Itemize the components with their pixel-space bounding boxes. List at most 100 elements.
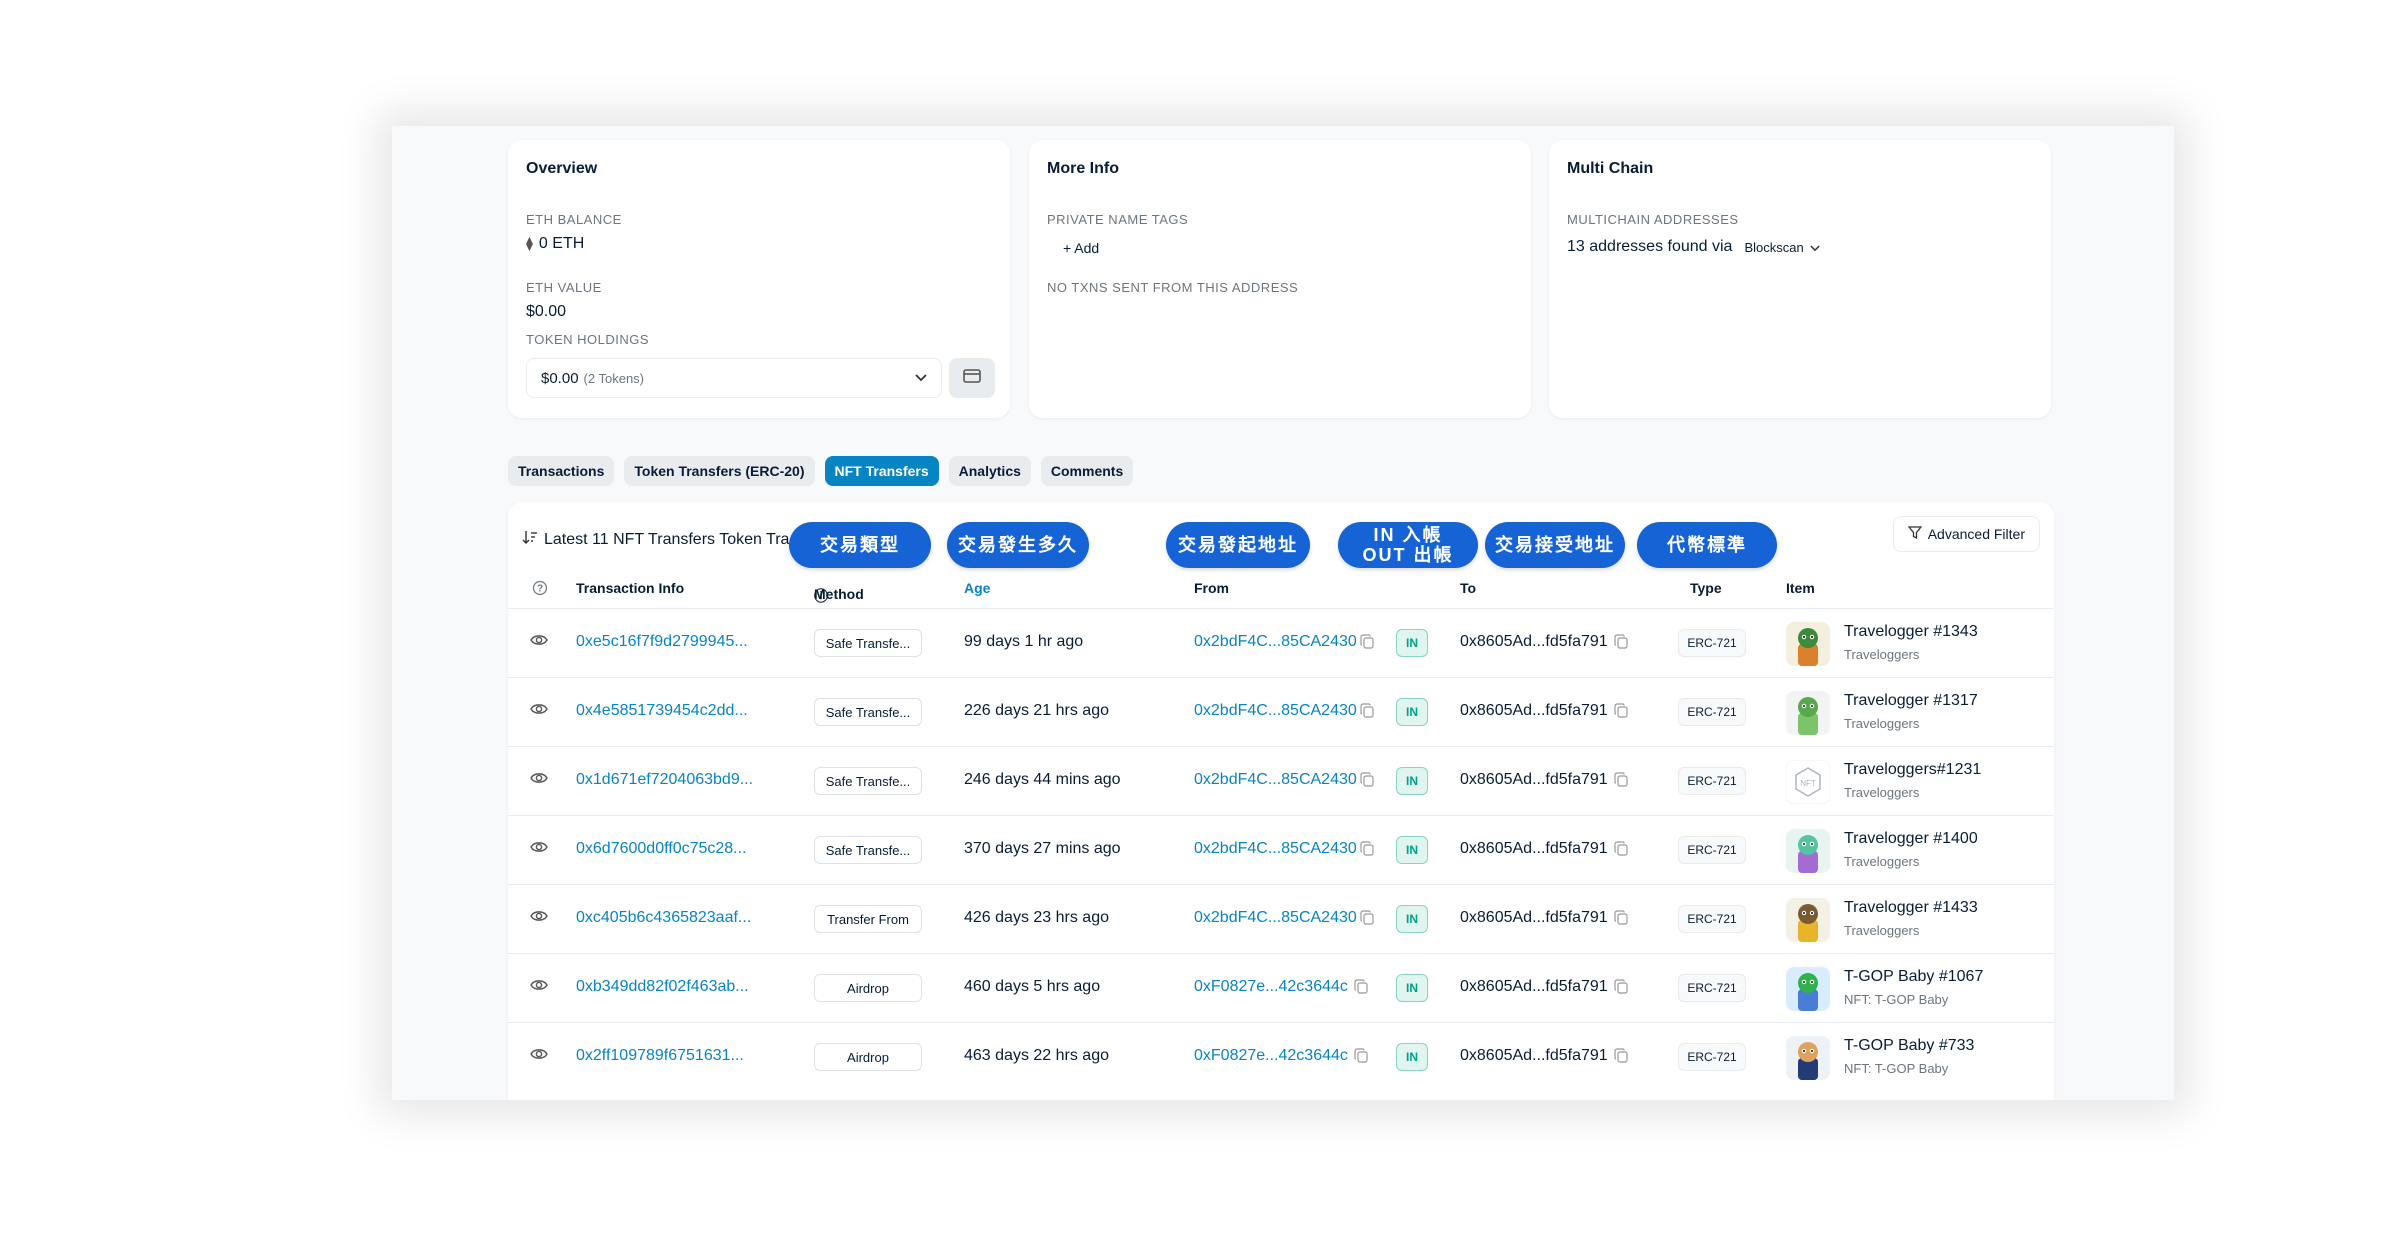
- tx-age: 370 days 27 mins ago: [964, 840, 1121, 857]
- eye-icon[interactable]: [530, 702, 548, 721]
- nft-thumbnail[interactable]: [1786, 829, 1830, 873]
- nft-item-name[interactable]: T-GOP Baby #1067: [1844, 968, 1983, 986]
- from-address-link[interactable]: 0x2bdF4C...85CA2430: [1194, 702, 1357, 720]
- nft-collection-name: NFT: T-GOP Baby: [1844, 992, 1949, 1007]
- eye-icon[interactable]: [530, 633, 548, 652]
- blockscan-dropdown[interactable]: Blockscan: [1744, 240, 1820, 255]
- nft-thumbnail[interactable]: [1786, 1036, 1830, 1080]
- eye-icon[interactable]: [530, 1047, 548, 1066]
- nft-item-name[interactable]: T-GOP Baby #733: [1844, 1037, 1974, 1055]
- tx-hash-link[interactable]: 0xe5c16f7f9d2799945...: [576, 633, 748, 651]
- multichain-addresses-label: MULTICHAIN ADDRESSES: [1567, 212, 1739, 227]
- tx-age: 246 days 44 mins ago: [964, 771, 1121, 788]
- browser-page: Overview ETH BALANCE ⧫ 0 ETH ETH VALUE $0…: [392, 126, 2174, 1100]
- to-address: 0x8605Ad...fd5fa791: [1460, 909, 1608, 926]
- copy-icon[interactable]: [1354, 979, 1368, 999]
- tx-hash-link[interactable]: 0x6d7600d0ff0c75c28...: [576, 840, 747, 858]
- from-address-link[interactable]: 0x2bdF4C...85CA2430: [1194, 840, 1357, 858]
- tab-nft-transfers[interactable]: NFT Transfers: [824, 456, 939, 486]
- table-row: 0xc405b6c4365823aaf... Transfer From 426 d…: [508, 884, 2054, 953]
- advanced-filter-label: Advanced Filter: [1927, 526, 2025, 542]
- method-badge: Safe Transfe...: [814, 767, 922, 795]
- tab-token-transfers[interactable]: Token Transfers (ERC-20): [624, 456, 815, 486]
- nft-item-name[interactable]: Traveloggers#1231: [1844, 761, 1981, 779]
- token-type-badge: ERC-721: [1678, 698, 1746, 726]
- tx-hash-link[interactable]: 0xc405b6c4365823aaf...: [576, 909, 751, 927]
- token-type-badge: ERC-721: [1678, 767, 1746, 795]
- from-address-link[interactable]: 0x2bdF4C...85CA2430: [1194, 771, 1357, 789]
- token-type-badge: ERC-721: [1678, 974, 1746, 1002]
- info-icon: ?: [532, 580, 548, 599]
- copy-icon[interactable]: [1614, 1048, 1628, 1068]
- to-address: 0x8605Ad...fd5fa791: [1460, 633, 1608, 650]
- table-row: 0xb349dd82f02f463ab... Airdrop 460 days 5 …: [508, 953, 2054, 1022]
- chevron-down-icon: [915, 371, 927, 385]
- eth-balance: ⧫ 0 ETH: [526, 235, 584, 253]
- annotation-in-out-line: OUT 出帳: [1362, 545, 1454, 565]
- copy-icon[interactable]: [1614, 703, 1628, 723]
- token-holdings-count: (2 Tokens): [583, 370, 645, 386]
- nft-thumbnail[interactable]: [1786, 967, 1830, 1011]
- wallet-button[interactable]: [949, 358, 995, 398]
- eye-icon[interactable]: [530, 909, 548, 928]
- multi-chain-title: Multi Chain: [1567, 160, 1654, 177]
- direction-badge: IN: [1396, 698, 1428, 726]
- nft-item-name[interactable]: Travelogger #1433: [1844, 899, 1978, 917]
- copy-icon[interactable]: [1614, 634, 1628, 654]
- nft-thumbnail[interactable]: [1786, 622, 1830, 666]
- help-icon: ⓘ: [814, 588, 828, 604]
- eye-icon[interactable]: [530, 771, 548, 790]
- nft-collection-name: Traveloggers: [1844, 647, 1920, 662]
- copy-icon[interactable]: [1360, 772, 1374, 792]
- from-address-link[interactable]: 0xF0827e...42c3644c: [1194, 1047, 1348, 1065]
- copy-icon[interactable]: [1354, 1048, 1368, 1068]
- col-transaction-info: Transaction Info: [576, 580, 685, 596]
- more-info-card: More Info PRIVATE NAME TAGS + Add NO TXN…: [1029, 140, 1531, 418]
- from-address-link[interactable]: 0xF0827e...42c3644c: [1194, 978, 1348, 996]
- method-badge: Safe Transfe...: [814, 629, 922, 657]
- nft-thumbnail[interactable]: [1786, 691, 1830, 735]
- eth-balance-label: ETH BALANCE: [526, 212, 622, 227]
- copy-icon[interactable]: [1360, 703, 1374, 723]
- tx-hash-link[interactable]: 0x2ff109789f6751631...: [576, 1047, 744, 1065]
- direction-badge: IN: [1396, 767, 1428, 795]
- copy-icon[interactable]: [1360, 841, 1374, 861]
- nft-transfers-panel: Latest 11 NFT Transfers Token Tra Advanc…: [508, 502, 2054, 1100]
- copy-icon[interactable]: [1614, 979, 1628, 999]
- annotation-from: 交易發起地址: [1166, 522, 1310, 568]
- nft-item-name[interactable]: Travelogger #1400: [1844, 830, 1978, 848]
- to-address: 0x8605Ad...fd5fa791: [1460, 702, 1608, 719]
- annotation-in-out-line: IN 入帳: [1373, 525, 1443, 545]
- nft-thumbnail[interactable]: NFT: [1786, 760, 1830, 804]
- col-age[interactable]: Age: [964, 580, 990, 596]
- token-holdings-dropdown[interactable]: $0.00 (2 Tokens): [526, 358, 942, 398]
- nft-thumbnail[interactable]: [1786, 898, 1830, 942]
- annotation-in-out: IN 入帳 OUT 出帳: [1338, 522, 1478, 568]
- tab-comments[interactable]: Comments: [1040, 456, 1134, 486]
- private-tags-label: PRIVATE NAME TAGS: [1047, 212, 1189, 227]
- annotation-in-out-text: IN 入帳 OUT 出帳: [1363, 525, 1454, 565]
- eye-icon[interactable]: [530, 978, 548, 997]
- copy-icon[interactable]: [1360, 634, 1374, 654]
- tab-analytics[interactable]: Analytics: [948, 456, 1031, 486]
- method-badge: Airdrop: [814, 974, 922, 1002]
- svg-text:NFT: NFT: [1800, 779, 1816, 788]
- tx-hash-link[interactable]: 0x4e5851739454c2dd...: [576, 702, 748, 720]
- annotation-to: 交易接受地址: [1485, 522, 1625, 568]
- add-tag-button[interactable]: + Add: [1063, 240, 1099, 256]
- filter-icon: [1907, 526, 1923, 542]
- copy-icon[interactable]: [1614, 910, 1628, 930]
- tx-hash-link[interactable]: 0xb349dd82f02f463ab...: [576, 978, 749, 996]
- nft-item-name[interactable]: Travelogger #1343: [1844, 623, 1978, 641]
- from-address-link[interactable]: 0x2bdF4C...85CA2430: [1194, 633, 1357, 651]
- advanced-filter-button[interactable]: Advanced Filter: [1892, 516, 2040, 552]
- nft-item-name[interactable]: Travelogger #1317: [1844, 692, 1978, 710]
- direction-badge: IN: [1396, 905, 1428, 933]
- copy-icon[interactable]: [1360, 910, 1374, 930]
- tab-transactions[interactable]: Transactions: [508, 456, 615, 486]
- copy-icon[interactable]: [1614, 841, 1628, 861]
- tx-hash-link[interactable]: 0x1d671ef7204063bd9...: [576, 771, 753, 789]
- from-address-link[interactable]: 0x2bdF4C...85CA2430: [1194, 909, 1357, 927]
- copy-icon[interactable]: [1614, 772, 1628, 792]
- eye-icon[interactable]: [530, 840, 548, 859]
